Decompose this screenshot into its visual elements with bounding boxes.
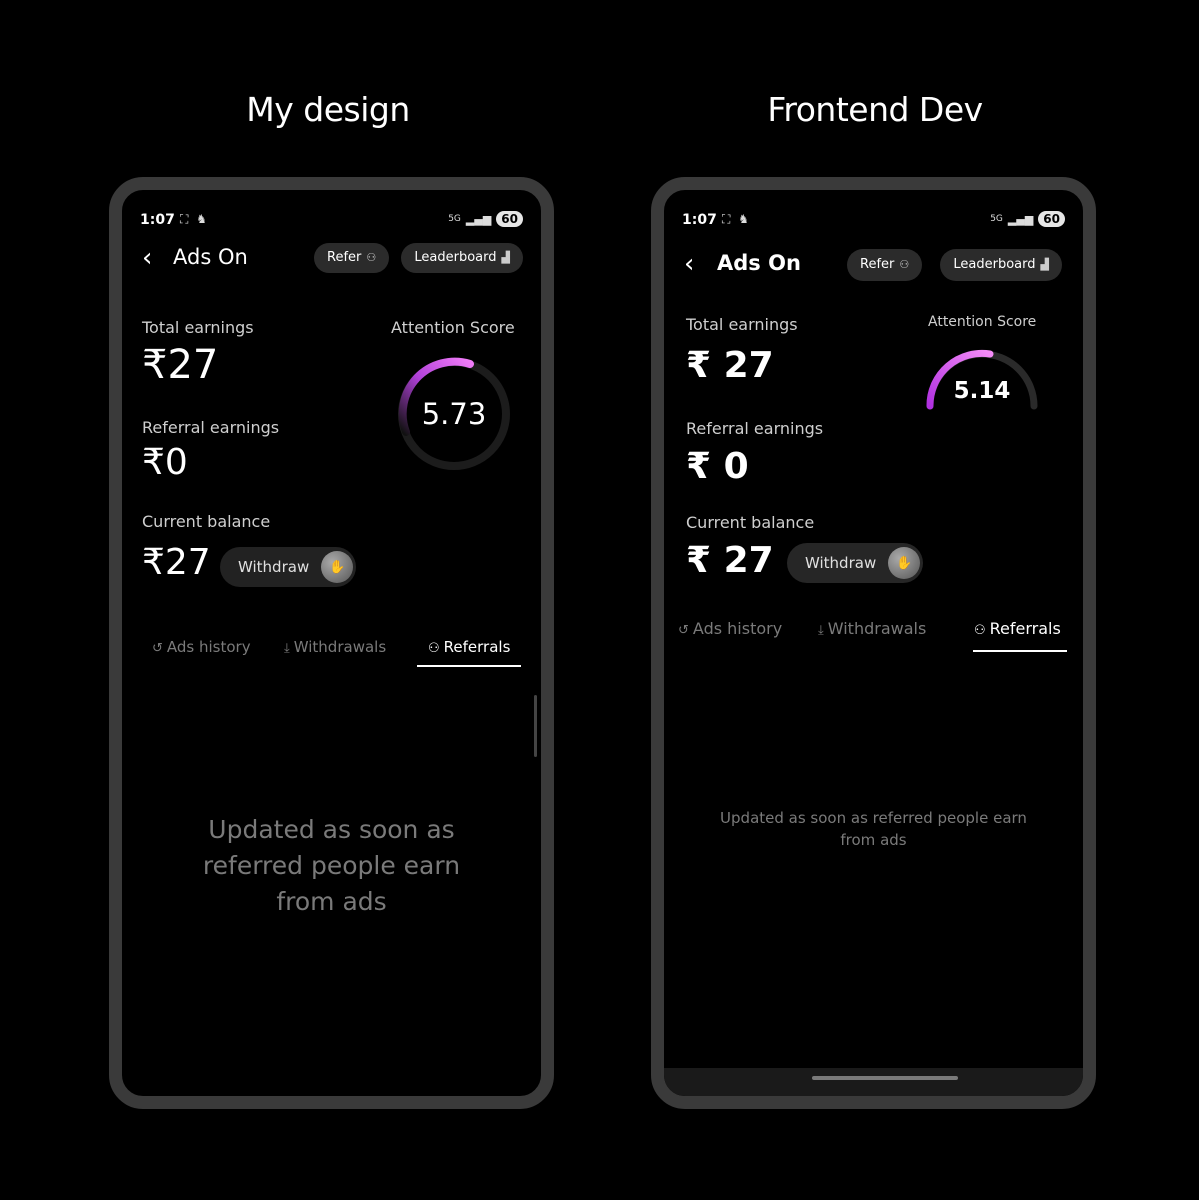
podium-icon: ▟ <box>1040 258 1049 271</box>
people-icon: ⚇ <box>428 641 440 656</box>
current-balance-value: ₹ 27 <box>686 540 774 581</box>
attention-score-label: Attention Score <box>391 318 515 337</box>
navigation-bar <box>664 1068 1083 1096</box>
phone-frontend-dev: 1:07 ⛶ ♞ 5G ▂▄▆ 60 ‹ Ads On Refer ⚇ Leade… <box>651 177 1096 1109</box>
withdraw-label: Withdraw <box>238 558 310 576</box>
page-title: Ads On <box>173 245 248 269</box>
current-balance-value: ₹27 <box>142 542 211 583</box>
podium-icon: ▟ <box>501 251 510 264</box>
empty-line: from ads <box>840 831 907 849</box>
top-bar: ‹ Ads On Refer ⚇ Leaderboard ▟ <box>142 243 523 275</box>
tab-label: Referrals <box>443 638 511 656</box>
heading-my-design: My design <box>246 90 410 129</box>
network-icon: 5G <box>990 214 1003 224</box>
battery-icon: 60 <box>496 211 523 227</box>
current-balance-label: Current balance <box>686 513 815 532</box>
tab-label: Ads history <box>166 638 251 656</box>
tab-ads-history[interactable]: ↺ Ads history <box>678 619 782 638</box>
home-indicator[interactable] <box>812 1076 958 1080</box>
refer-label: Refer <box>327 250 362 265</box>
tab-label: Ads history <box>692 619 783 638</box>
status-bar: 1:07 ⛶ ♞ 5G ▂▄▆ 60 <box>682 211 1065 230</box>
leaderboard-label: Leaderboard <box>414 250 497 265</box>
total-earnings-label: Total earnings <box>686 315 798 334</box>
battery-icon: 60 <box>1038 211 1065 227</box>
signal-icon: ▂▄▆ <box>465 212 492 226</box>
tabs: ↺ Ads history ⤓ Withdrawals ⚇ Referrals <box>664 619 1083 659</box>
network-icon: 5G <box>448 214 461 224</box>
referral-earnings-value: ₹ 0 <box>686 446 749 487</box>
tab-withdrawals[interactable]: ⤓ Withdrawals <box>818 619 926 638</box>
attention-score-value: 5.14 <box>953 378 1011 404</box>
empty-state-message: Updated as soon as referred people earn … <box>664 807 1083 851</box>
page-title: Ads On <box>717 251 801 275</box>
back-icon[interactable]: ‹ <box>684 251 694 277</box>
heading-frontend-dev: Frontend Dev <box>767 90 983 129</box>
referral-earnings-label: Referral earnings <box>142 418 280 437</box>
status-icons: ⛶ ♞ <box>722 212 751 226</box>
history-icon: ↺ <box>678 623 689 638</box>
refer-label: Refer <box>860 257 895 272</box>
tab-label: Referrals <box>989 619 1061 638</box>
hand-coin-icon: ⤓ <box>284 641 290 656</box>
history-icon: ↺ <box>152 641 163 656</box>
withdraw-hand-icon: ✋ <box>321 551 354 583</box>
status-time: 1:07 <box>140 212 175 228</box>
withdraw-hand-icon: ✋ <box>888 547 921 579</box>
leaderboard-button[interactable]: Leaderboard ▟ <box>940 249 1062 281</box>
total-earnings-value: ₹27 <box>142 342 219 388</box>
scrollbar[interactable] <box>534 695 537 757</box>
referral-earnings-label: Referral earnings <box>686 419 824 438</box>
withdraw-label: Withdraw <box>805 554 877 572</box>
tab-referrals[interactable]: ⚇ Referrals <box>428 638 510 656</box>
people-icon: ⚇ <box>974 623 986 638</box>
attention-score-value: 5.73 <box>421 397 487 431</box>
people-icon: ⚇ <box>366 251 377 264</box>
withdraw-button[interactable]: Withdraw ✋ <box>787 543 924 583</box>
active-tab-indicator <box>417 665 521 667</box>
people-icon: ⚇ <box>899 258 910 271</box>
referral-earnings-value: ₹0 <box>142 442 188 483</box>
withdraw-button[interactable]: Withdraw ✋ <box>220 547 357 587</box>
active-tab-indicator <box>973 650 1067 652</box>
phone-my-design: 1:07 ⛶ ♞ 5G ▂▄▆ 60 ‹ Ads On Refer ⚇ Leade… <box>109 177 554 1109</box>
empty-line: from ads <box>276 887 387 916</box>
refer-button[interactable]: Refer ⚇ <box>847 249 923 281</box>
tab-referrals[interactable]: ⚇ Referrals <box>974 619 1061 638</box>
tab-withdrawals[interactable]: ⤓ Withdrawals <box>284 638 386 656</box>
total-earnings-value: ₹ 27 <box>686 345 774 386</box>
top-bar: ‹ Ads On Refer ⚇ Leaderboard ▟ <box>684 249 1065 281</box>
leaderboard-button[interactable]: Leaderboard ▟ <box>401 243 523 273</box>
hand-coin-icon: ⤓ <box>818 623 824 638</box>
status-icons: ⛶ ♞ <box>180 212 209 226</box>
empty-line: referred people earn <box>202 851 461 880</box>
back-icon[interactable]: ‹ <box>142 245 152 271</box>
attention-score-label: Attention Score <box>928 314 1037 330</box>
leaderboard-label: Leaderboard <box>953 257 1036 272</box>
status-bar: 1:07 ⛶ ♞ 5G ▂▄▆ 60 <box>140 211 523 230</box>
tab-label: Withdrawals <box>293 638 387 656</box>
status-time: 1:07 <box>682 212 717 228</box>
total-earnings-label: Total earnings <box>142 318 254 337</box>
empty-state-message: Updated as soon as referred people earn … <box>122 812 541 920</box>
current-balance-label: Current balance <box>142 512 271 531</box>
tabs: ↺ Ads history ⤓ Withdrawals ⚇ Referrals <box>122 638 541 678</box>
refer-button[interactable]: Refer ⚇ <box>314 243 390 273</box>
empty-line: Updated as soon as <box>208 815 455 844</box>
tab-label: Withdrawals <box>827 619 927 638</box>
tab-ads-history[interactable]: ↺ Ads history <box>152 638 251 656</box>
signal-icon: ▂▄▆ <box>1007 212 1034 226</box>
empty-line: Updated as soon as referred people earn <box>720 809 1027 827</box>
